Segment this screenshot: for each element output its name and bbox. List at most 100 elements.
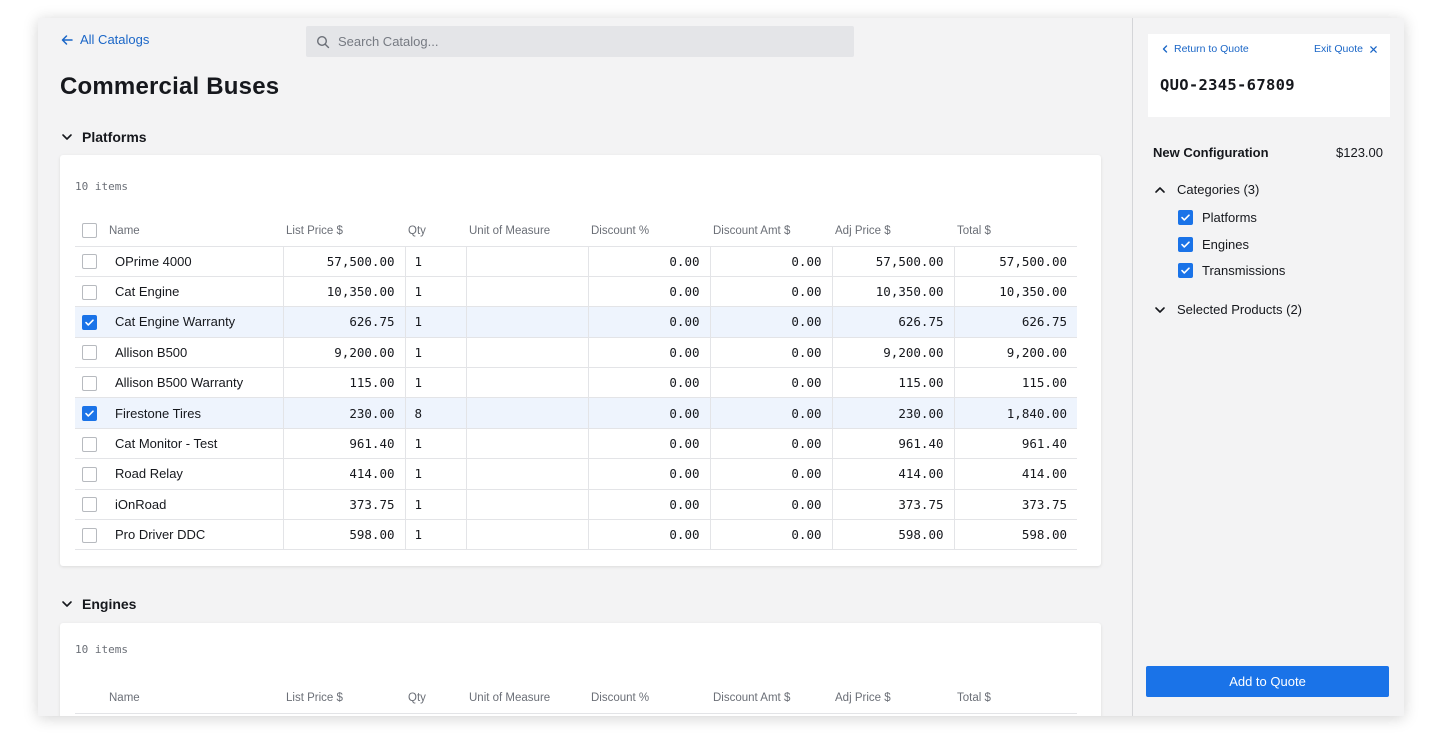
cell-discount-amt[interactable]: 0.00 [710,397,833,429]
cell-discount-amt[interactable]: 0.00 [710,367,833,399]
category-checkbox[interactable] [1178,263,1193,278]
cell-qty[interactable]: 1 [405,519,467,551]
selected-products-label: Selected Products (2) [1177,302,1303,317]
exit-quote-link[interactable]: Exit Quote [1314,43,1378,55]
col-header-discount-pct: Discount % [588,216,710,247]
row-checkbox[interactable] [82,406,97,422]
cell-qty[interactable]: 1 [405,458,467,490]
cell-discount-pct[interactable]: 0.00 [588,489,711,521]
cell-discount-amt[interactable]: 0.00 [710,458,833,490]
cell-discount-pct[interactable]: 0.00 [588,458,711,490]
cell-discount-amt[interactable]: 0.00 [710,337,833,369]
cell-name: iOnRoad [106,489,284,521]
cell-discount-pct[interactable]: 0.00 [588,428,711,460]
cell-qty[interactable]: 1 [405,489,467,521]
cell-qty[interactable]: 1 [405,428,467,460]
cell-discount-amt[interactable]: 0.00 [710,519,833,551]
table-row[interactable]: Road Relay 414.00 1 0.00 0.00 414.00 414.00 [75,458,1077,490]
cell-name: Road Relay [106,458,284,490]
add-to-quote-button[interactable]: Add to Quote [1146,666,1389,697]
row-checkbox[interactable] [82,466,97,482]
table-row[interactable]: Cat Engine 10,350.00 1 0.00 0.00 10,350.00 10,… [75,276,1077,308]
cell-uom[interactable] [466,458,589,490]
select-all-checkbox[interactable] [82,223,97,239]
check-icon [1181,267,1190,274]
category-item-engines[interactable]: Engines [1178,237,1249,252]
cell-qty[interactable]: 8 [405,397,467,429]
cell-discount-pct[interactable]: 0.00 [588,276,711,308]
category-checkbox[interactable] [1178,210,1193,225]
cell-adj-price: 10,350.00 [832,276,955,308]
table-row[interactable]: OPrime 4000 57,500.00 1 0.00 0.00 57,500.00 57… [75,246,1077,277]
arrow-left-icon [61,34,73,45]
check-icon [85,410,94,417]
cell-discount-amt[interactable]: 0.00 [710,428,833,460]
cell-uom[interactable] [466,519,589,551]
cell-qty[interactable]: 1 [405,246,467,277]
cell-uom[interactable] [466,246,589,277]
table-row[interactable]: Cat Monitor - Test 961.40 1 0.00 0.00 961.40 9… [75,428,1077,460]
row-checkbox[interactable] [82,254,97,270]
cell-uom[interactable] [466,489,589,521]
table-row[interactable]: Cat Engine Warranty 626.75 1 0.00 0.00 626.75… [75,306,1077,338]
category-item-transmissions[interactable]: Transmissions [1178,263,1285,278]
table-row[interactable]: Allison B500 9,200.00 1 0.00 0.00 9,200.00 9,2… [75,337,1077,369]
all-catalogs-link[interactable]: All Catalogs [60,32,149,47]
row-checkbox[interactable] [82,345,97,361]
row-checkbox[interactable] [82,315,97,330]
category-checkbox[interactable] [1178,237,1193,252]
cell-uom[interactable] [466,337,589,369]
cell-discount-pct[interactable]: 0.00 [588,519,711,551]
row-checkbox[interactable] [82,436,97,452]
col-header-discount-pct: Discount % [588,683,710,714]
row-checkbox[interactable] [82,284,97,300]
table-row[interactable]: Allison B500 Warranty 115.00 1 0.00 0.00 115.… [75,367,1077,399]
cell-name: Cat Engine [106,276,284,308]
cell-discount-amt[interactable]: 0.00 [710,276,833,308]
search-input[interactable] [338,34,838,49]
row-checkbox-cell [75,367,106,399]
cell-adj-price: 961.40 [832,428,955,460]
section-title: Platforms [82,129,147,145]
cell-uom[interactable] [466,428,589,460]
row-checkbox[interactable] [82,527,97,543]
quote-number: QUO-2345-67809 [1160,76,1295,94]
cell-qty[interactable]: 1 [405,276,467,308]
cell-list-price: 115.00 [283,367,406,399]
table-row[interactable]: Pro Driver DDC 598.00 1 0.00 0.00 598.00 598.0… [75,519,1077,551]
cell-uom[interactable] [466,306,589,338]
close-icon [1370,45,1377,53]
table-row[interactable]: Firestone Tires 230.00 8 0.00 0.00 230.00 1,84… [75,397,1077,429]
cell-qty[interactable]: 1 [405,367,467,399]
cell-discount-amt[interactable]: 0.00 [710,306,833,338]
cell-uom[interactable] [466,367,589,399]
cell-discount-amt[interactable]: 0.00 [710,246,833,277]
category-label: Transmissions [1202,263,1286,278]
cell-discount-pct[interactable]: 0.00 [588,397,711,429]
cell-uom[interactable] [466,276,589,308]
cell-total: 961.40 [954,428,1077,460]
table-row[interactable]: iOnRoad 373.75 1 0.00 0.00 373.75 373.75 [75,489,1077,521]
cell-total: 373.75 [954,489,1077,521]
category-item-platforms[interactable]: Platforms [1178,210,1257,225]
cell-discount-pct[interactable]: 0.00 [588,306,711,338]
section-toggle-engines[interactable]: Engines [60,596,136,612]
cell-discount-pct[interactable]: 0.00 [588,367,711,399]
return-to-quote-link[interactable]: Return to Quote [1160,43,1249,55]
cell-qty[interactable]: 1 [405,337,467,369]
cell-uom[interactable] [466,397,589,429]
cell-qty[interactable]: 1 [405,306,467,338]
categories-toggle[interactable]: Categories (3) [1153,182,1259,197]
cell-discount-amt[interactable]: 0.00 [710,489,833,521]
selected-products-toggle[interactable]: Selected Products (2) [1153,302,1302,317]
col-header-list-price: List Price $ [283,683,405,714]
cell-discount-pct[interactable]: 0.00 [588,246,711,277]
cell-discount-pct[interactable]: 0.00 [588,337,711,369]
row-checkbox-cell [75,489,106,521]
row-checkbox[interactable] [82,497,97,513]
cell-name: Allison B500 Warranty [106,367,284,399]
cell-total: 626.75 [954,306,1077,338]
row-checkbox[interactable] [82,375,97,391]
section-toggle-platforms[interactable]: Platforms [60,129,147,145]
search-bar[interactable] [306,26,854,57]
